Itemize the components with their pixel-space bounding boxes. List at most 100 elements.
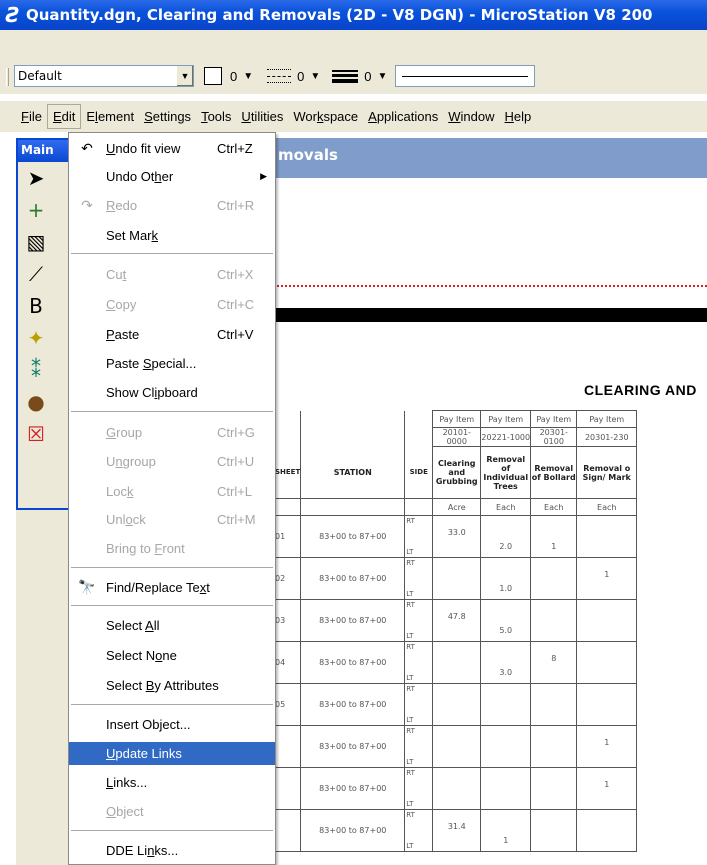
line-style-picker[interactable]: 0 ▼ — [267, 69, 320, 84]
menu-item-redo[interactable]: ↷ Redo Ctrl+R — [69, 194, 275, 217]
menu-item-lock[interactable]: Lock Ctrl+L — [69, 480, 275, 503]
quantity-cell: 1 — [480, 809, 532, 852]
menu-separator — [71, 253, 273, 254]
menu-item-find-replace-text[interactable]: 🔭 Find/Replace Text — [69, 576, 275, 599]
sheet-cell: 01 — [273, 515, 302, 558]
sheet-title: CLEARING AND — [584, 382, 697, 398]
menu-item-ungroup[interactable]: Ungroup Ctrl+U — [69, 450, 275, 473]
palette-dock — [16, 510, 74, 865]
fence-icon[interactable]: ▧ — [22, 226, 50, 258]
menu-item-paste[interactable]: Paste Ctrl+V — [69, 323, 275, 346]
side-cell: RT LT — [404, 809, 434, 852]
menu-item-undo-fit-view[interactable]: ↶ Undo fit view Ctrl+Z — [69, 137, 275, 160]
menu-item-cut[interactable]: Cut Ctrl+X — [69, 263, 275, 286]
side-cell: RT LT — [404, 599, 434, 642]
quantity-cell — [530, 809, 578, 852]
table-row: 83+00 to 87+00 RT LT 1 — [273, 767, 638, 810]
drawing-view[interactable]: movals CLEARING AND Pay Item Pay Item Pa… — [273, 138, 707, 865]
menu-item-copy[interactable]: Copy Ctrl+C — [69, 293, 275, 316]
line-weight-picker[interactable]: 0 ▼ — [332, 69, 387, 84]
side-rt-label: RT — [406, 769, 415, 777]
station-cell: 83+00 to 87+00 — [300, 809, 406, 852]
palette-icon[interactable]: ● — [22, 386, 50, 418]
quantity-cell — [530, 767, 578, 810]
redo-icon: ↷ — [81, 197, 93, 213]
delete-icon[interactable]: ☒ — [22, 418, 50, 450]
submenu-arrow-icon: ▶ — [260, 171, 267, 181]
pay-item-code: 20101-0000 — [432, 427, 482, 447]
menu-help[interactable]: Help — [500, 105, 537, 128]
side-cell: RT LT — [404, 641, 434, 684]
side-lt-label: LT — [406, 590, 414, 598]
line-icon[interactable]: ⟋ — [22, 258, 50, 290]
station-cell: 83+00 to 87+00 — [300, 767, 406, 810]
sheet-cell: 04 — [273, 641, 302, 684]
quantity-cell — [432, 725, 482, 768]
chevron-down-icon[interactable]: ▼ — [243, 71, 253, 82]
table-row: 03 83+00 to 87+00 RT LT 47.8 5.0 — [273, 599, 638, 642]
palette-title[interactable]: Main — [18, 140, 72, 162]
quantity-table: Pay Item Pay Item Pay Item Pay Item 2010… — [273, 410, 638, 852]
quantity-cell: 8 — [530, 641, 578, 684]
menu-item-select-none[interactable]: Select None — [69, 644, 275, 667]
view-title: movals — [278, 146, 338, 164]
chevron-down-icon[interactable]: ▼ — [176, 66, 193, 86]
menu-element[interactable]: Element — [81, 105, 139, 128]
menu-item-dde-links[interactable]: DDE Links... — [69, 839, 275, 862]
menu-item-set-mark[interactable]: Set Mark — [69, 224, 275, 247]
line-style-preview — [395, 65, 536, 87]
color-picker[interactable]: 0 ▼ — [204, 67, 253, 85]
side-cell: RT LT — [404, 767, 434, 810]
menu-utilities[interactable]: Utilities — [236, 105, 288, 128]
toolbar-grip[interactable] — [6, 68, 9, 86]
column-header: Clearing and Grubbing — [432, 446, 482, 499]
menu-applications[interactable]: Applications — [363, 105, 443, 128]
side-lt-label: LT — [406, 632, 414, 640]
sheet-cell — [273, 809, 302, 852]
menu-item-select-all[interactable]: Select All — [69, 614, 275, 637]
side-cell: RT LT — [404, 557, 434, 600]
pay-item-code: 20301-230 — [576, 427, 638, 447]
menu-item-unlock[interactable]: Unlock Ctrl+M — [69, 508, 275, 531]
menu-settings[interactable]: Settings — [139, 105, 196, 128]
menu-tools[interactable]: Tools — [196, 105, 236, 128]
menu-item-links[interactable]: Links... — [69, 771, 275, 794]
menu-file[interactable]: File — [16, 105, 47, 128]
quantity-cell — [530, 557, 578, 600]
quantity-cell: 1.0 — [480, 557, 532, 600]
style-value: 0 — [297, 68, 305, 84]
menu-item-update-links[interactable]: Update Links — [69, 742, 275, 765]
select-icon[interactable]: ➤ — [22, 162, 50, 194]
quantity-cell — [480, 725, 532, 768]
menu-edit[interactable]: Edit — [46, 104, 82, 129]
quantity-value: 31.4 — [447, 822, 466, 831]
chevron-down-icon[interactable]: ▼ — [378, 71, 388, 82]
text-icon[interactable]: B — [22, 290, 50, 322]
column-header: Removal of Individual Trees — [480, 446, 532, 499]
quantity-value: 1 — [604, 780, 610, 789]
point-icon[interactable]: ✦ — [22, 322, 50, 354]
side-rt-label: RT — [406, 601, 415, 609]
level-combo[interactable]: Default ▼ — [14, 65, 194, 87]
menu-item-insert-object[interactable]: Insert Object... — [69, 713, 275, 736]
menu-item-group[interactable]: Group Ctrl+G — [69, 421, 275, 444]
side-rt-label: RT — [406, 643, 415, 651]
table-row: 04 83+00 to 87+00 RT LT 3.0 8 — [273, 641, 638, 684]
pay-item-label: Pay Item — [432, 410, 482, 428]
menu-workspace[interactable]: Workspace — [288, 105, 363, 128]
menu-item-select-by-attributes[interactable]: Select By Attributes — [69, 674, 275, 697]
menu-separator — [71, 830, 273, 831]
table-row: 01 83+00 to 87+00 RT LT 33.0 2.0 1 — [273, 515, 638, 558]
quantity-cell: 3.0 — [480, 641, 532, 684]
measure-icon[interactable]: ⁑ — [22, 354, 50, 386]
menu-item-undo-other[interactable]: Undo Other ▶ — [69, 165, 275, 188]
menu-window[interactable]: Window — [443, 105, 499, 128]
view-title-bar[interactable]: movals — [274, 138, 707, 178]
menu-item-bring-to-front[interactable]: Bring to Front — [69, 537, 275, 560]
chevron-down-icon[interactable]: ▼ — [310, 71, 320, 82]
level-value: Default — [18, 69, 62, 83]
crosshair-icon[interactable]: + — [22, 194, 50, 226]
menu-item-object[interactable]: Object — [69, 800, 275, 823]
menu-item-paste-special[interactable]: Paste Special... — [69, 352, 275, 375]
menu-item-show-clipboard[interactable]: Show Clipboard — [69, 381, 275, 404]
